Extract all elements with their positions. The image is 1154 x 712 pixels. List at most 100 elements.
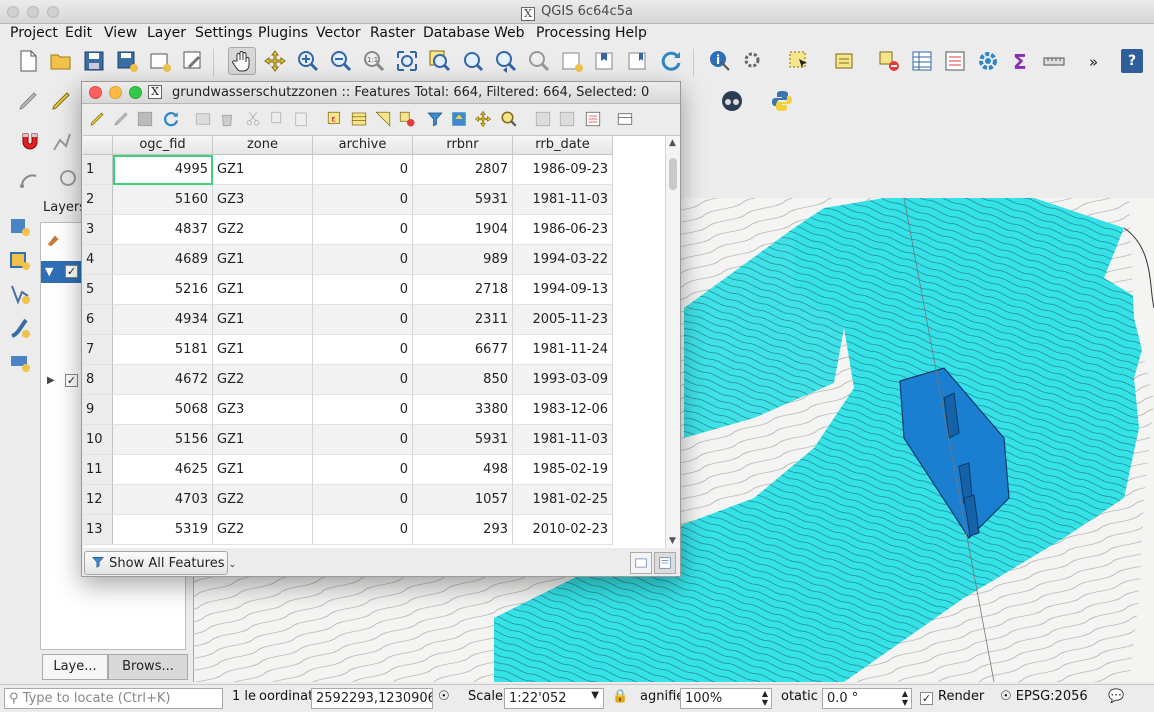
new-geopackage-icon[interactable]	[6, 246, 34, 274]
menu-plugins[interactable]: Plugins	[258, 25, 308, 41]
table-row[interactable]: 11 4625 GZ1 0 498 1985-02-19	[83, 455, 613, 485]
attribute-table-icon[interactable]	[908, 47, 936, 75]
row-number[interactable]: 9	[83, 395, 113, 425]
data-source-manager-icon[interactable]	[6, 212, 34, 240]
cell-rrbnr[interactable]: 2807	[413, 155, 513, 185]
processing-toolbox-icon[interactable]	[974, 47, 1002, 75]
cell-archive[interactable]: 0	[313, 185, 413, 215]
row-number[interactable]: 5	[83, 275, 113, 305]
lock-scale-icon[interactable]: 🔒	[612, 689, 628, 704]
cell-rrb-date[interactable]: 1986-06-23	[513, 215, 613, 245]
menu-database[interactable]: Database	[423, 25, 490, 41]
render-checkbox[interactable]: ✓	[920, 692, 933, 705]
menu-edit[interactable]: Edit	[65, 25, 92, 41]
cell-ogc-fid[interactable]: 5181	[113, 335, 213, 365]
column-header-rrb-date[interactable]: rrb_date	[513, 136, 613, 155]
table-row[interactable]: 12 4703 GZ2 0 1057 1981-02-25	[83, 485, 613, 515]
add-feature-icon[interactable]	[192, 108, 214, 130]
multi-edit-icon[interactable]	[110, 108, 132, 130]
actions-icon[interactable]	[739, 47, 767, 75]
toggle-editing-icon[interactable]	[47, 87, 75, 115]
filter-icon[interactable]	[424, 108, 446, 130]
scrollbar-thumb[interactable]	[669, 158, 677, 190]
cell-archive[interactable]: 0	[313, 425, 413, 455]
row-number[interactable]: 1	[83, 155, 113, 185]
magnifier-spinbox[interactable]: 100% ▲ ▼	[680, 688, 772, 709]
cell-zone[interactable]: GZ2	[213, 515, 313, 545]
column-header-rrbnr[interactable]: rrbnr	[413, 136, 513, 155]
cut-icon[interactable]	[242, 108, 264, 130]
refresh-icon[interactable]	[657, 47, 685, 75]
table-row[interactable]: 10 5156 GZ1 0 5931 1981-11-03	[83, 425, 613, 455]
cell-ogc-fid[interactable]: 4995	[113, 155, 213, 185]
cell-rrbnr[interactable]: 850	[413, 365, 513, 395]
scroll-up-arrow-icon[interactable]: ▲	[669, 138, 676, 148]
show-bookmarks-icon[interactable]	[624, 47, 652, 75]
tab-layers[interactable]: Laye...	[42, 654, 108, 680]
cell-archive[interactable]: 0	[313, 395, 413, 425]
cell-zone[interactable]: GZ3	[213, 185, 313, 215]
toolbar-overflow-chevron[interactable]: »	[1089, 53, 1098, 71]
cell-rrbnr[interactable]: 2718	[413, 275, 513, 305]
cell-ogc-fid[interactable]: 4672	[113, 365, 213, 395]
cell-rrbnr[interactable]: 2311	[413, 305, 513, 335]
search-icon[interactable]	[56, 166, 84, 194]
cell-archive[interactable]: 0	[313, 485, 413, 515]
statistical-summary-icon[interactable]: Σ	[1007, 47, 1035, 75]
cell-archive[interactable]: 0	[313, 515, 413, 545]
deselect-all-icon[interactable]	[396, 108, 418, 130]
cell-ogc-fid[interactable]: 4703	[113, 485, 213, 515]
cell-rrb-date[interactable]: 1986-09-23	[513, 155, 613, 185]
cell-rrb-date[interactable]: 1985-02-19	[513, 455, 613, 485]
menu-settings[interactable]: Settings	[195, 25, 252, 41]
cell-rrbnr[interactable]: 6677	[413, 335, 513, 365]
save-edits-icon[interactable]	[134, 108, 156, 130]
messages-icon[interactable]: 💬	[1108, 689, 1124, 704]
menu-web[interactable]: Web	[494, 25, 525, 41]
pan-hand-icon[interactable]	[228, 47, 256, 75]
menu-project[interactable]: Project	[10, 25, 58, 41]
table-row[interactable]: 1 4995 GZ1 0 2807 1986-09-23	[83, 155, 613, 185]
spinner-arrows-icon[interactable]: ▲ ▼	[902, 689, 908, 707]
pan-to-selected-icon[interactable]	[472, 108, 494, 130]
delete-field-icon[interactable]	[556, 108, 578, 130]
style-icon[interactable]	[45, 231, 65, 251]
open-project-icon[interactable]	[47, 47, 75, 75]
spinner-arrows-icon[interactable]: ▲ ▼	[762, 689, 768, 707]
cell-ogc-fid[interactable]: 5319	[113, 515, 213, 545]
menu-processing[interactable]: Processing	[536, 25, 611, 41]
cell-rrb-date[interactable]: 2005-11-23	[513, 305, 613, 335]
select-by-expression-icon[interactable]: ε	[324, 108, 346, 130]
row-number[interactable]: 10	[83, 425, 113, 455]
cell-rrb-date[interactable]: 2010-02-23	[513, 515, 613, 545]
menu-vector[interactable]: Vector	[316, 25, 361, 41]
dock-table-icon[interactable]	[614, 108, 636, 130]
cell-ogc-fid[interactable]: 5160	[113, 185, 213, 215]
show-all-features-button[interactable]: Show All Features ⌄	[84, 551, 236, 575]
select-features-icon[interactable]	[785, 47, 813, 75]
cell-rrb-date[interactable]: 1994-03-22	[513, 245, 613, 275]
cell-zone[interactable]: GZ1	[213, 455, 313, 485]
row-number[interactable]: 4	[83, 245, 113, 275]
form-view-icon[interactable]	[654, 552, 676, 574]
measure-line-icon[interactable]	[1040, 47, 1068, 75]
cell-zone[interactable]: GZ2	[213, 365, 313, 395]
cell-zone[interactable]: GZ2	[213, 485, 313, 515]
layer-visibility-checkbox[interactable]: ✓	[65, 265, 78, 278]
cell-archive[interactable]: 0	[313, 245, 413, 275]
field-calculator-icon[interactable]	[582, 108, 604, 130]
cell-rrbnr[interactable]: 5931	[413, 425, 513, 455]
dialog-close-button[interactable]	[89, 86, 102, 99]
pan-to-selection-icon[interactable]	[261, 47, 289, 75]
cell-ogc-fid[interactable]: 4934	[113, 305, 213, 335]
cell-rrbnr[interactable]: 989	[413, 245, 513, 275]
zoom-next-icon[interactable]	[525, 47, 553, 75]
cell-rrb-date[interactable]: 1994-09-13	[513, 275, 613, 305]
pencil-icon[interactable]	[14, 87, 42, 115]
dialog-maximize-button[interactable]	[129, 86, 142, 99]
new-project-icon[interactable]	[14, 47, 42, 75]
cell-ogc-fid[interactable]: 5216	[113, 275, 213, 305]
row-number[interactable]: 8	[83, 365, 113, 395]
table-row[interactable]: 13 5319 GZ2 0 293 2010-02-23	[83, 515, 613, 545]
locator-search-input[interactable]: ⚲ Type to locate (Ctrl+K)	[4, 688, 223, 709]
